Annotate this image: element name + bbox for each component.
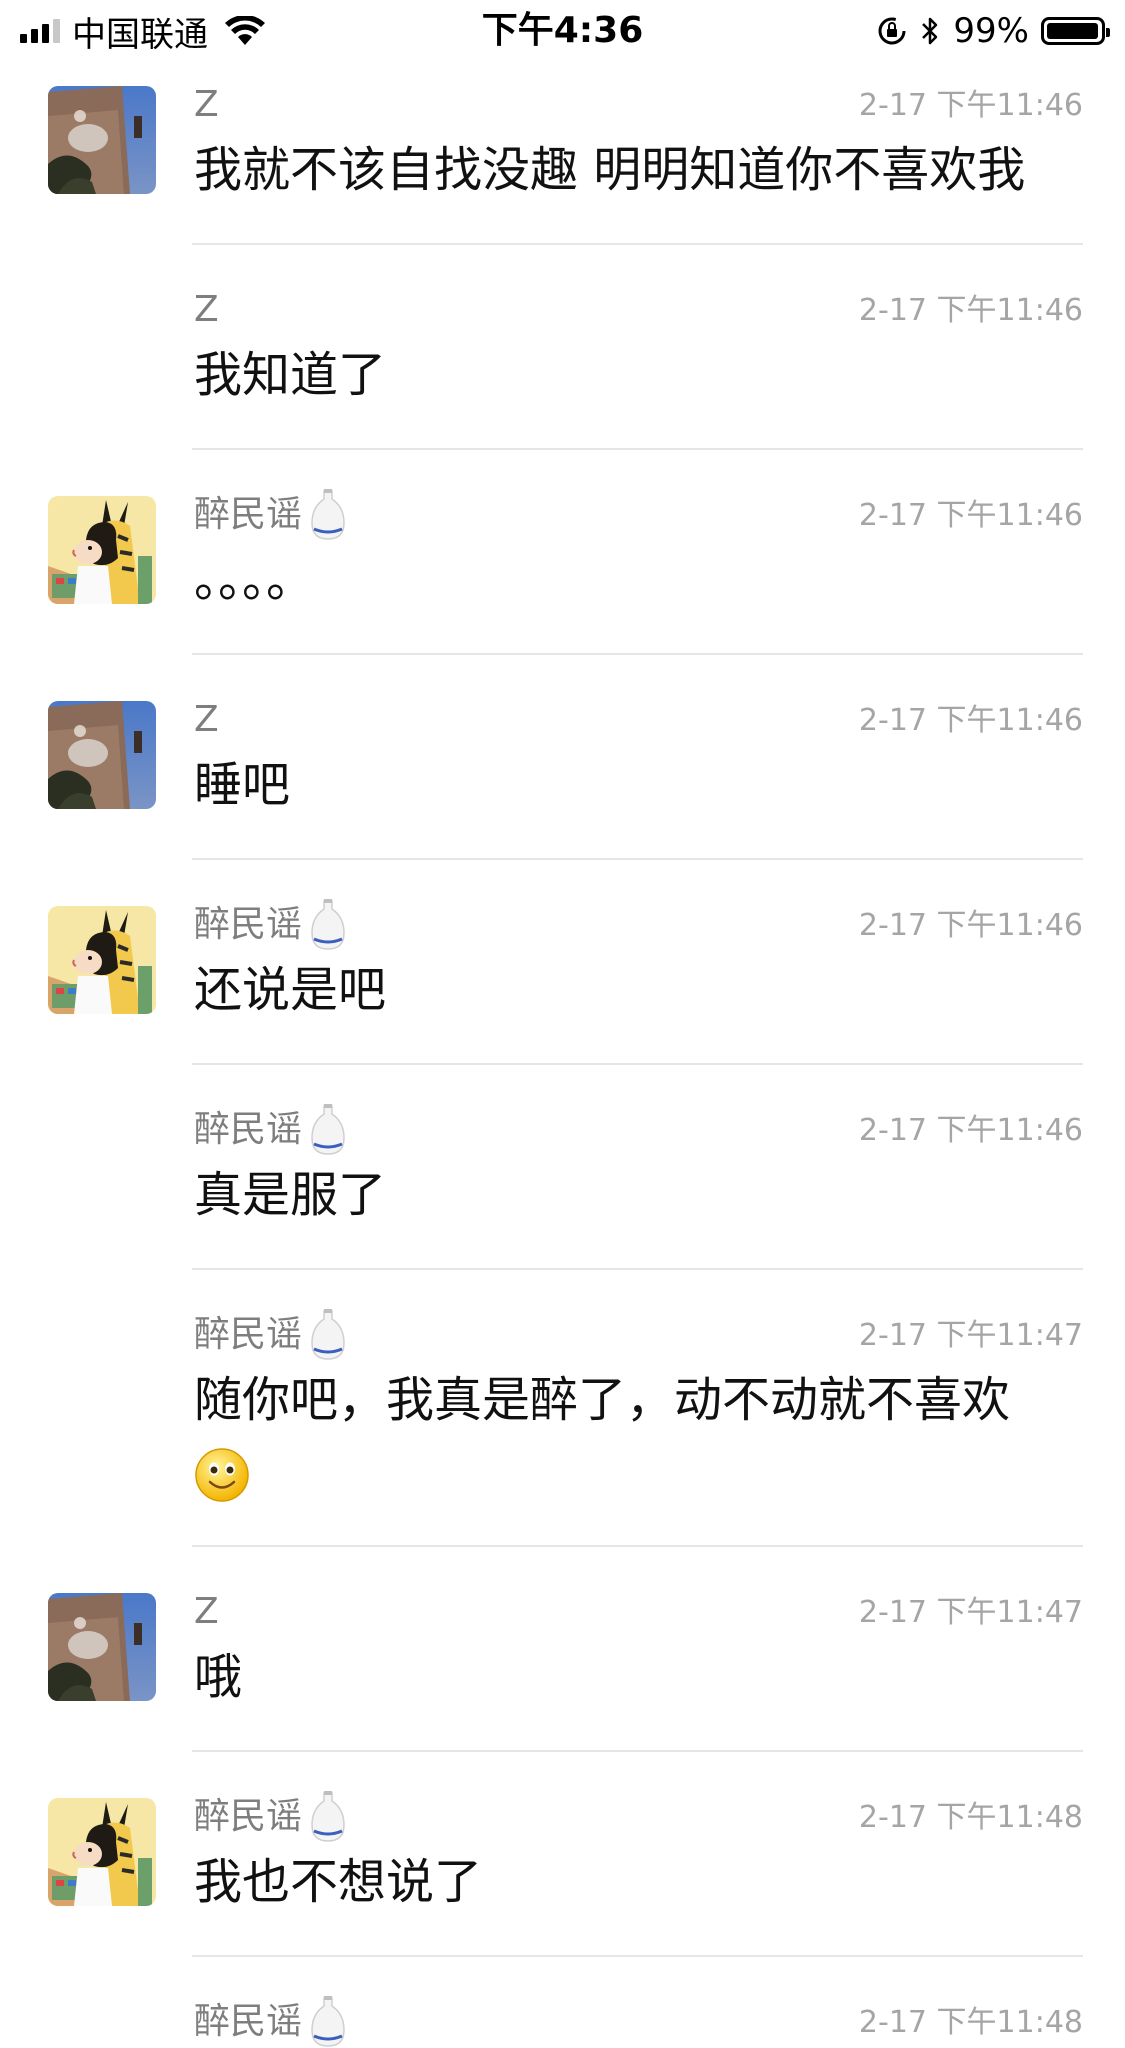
sender-name: 醉民谣 — [194, 489, 350, 540]
divider — [192, 1063, 1083, 1065]
avatar[interactable] — [48, 496, 156, 604]
message-text: 。。。。 — [194, 552, 315, 608]
bluetooth-icon — [922, 17, 938, 45]
rotation-lock-icon — [878, 17, 906, 45]
message-text-content: 随你吧，我真是醉了，动不动就不喜欢 — [194, 1372, 1011, 1428]
divider — [192, 1955, 1083, 1957]
cartoon-avatar-image — [48, 496, 156, 604]
z-avatar-image — [48, 1593, 156, 1701]
sender-name: 醉民谣 — [194, 1996, 350, 2047]
cartoon-avatar-image — [48, 1798, 156, 1906]
message-time: 2-17 下午11:46 — [858, 908, 1083, 943]
message-time: 2-17 下午11:46 — [858, 498, 1083, 533]
sake-bottle-icon — [311, 1309, 345, 1360]
message-time: 2-17 下午11:47 — [858, 1318, 1083, 1353]
message-time: 2-17 下午11:46 — [858, 703, 1083, 738]
battery-icon — [1041, 17, 1110, 45]
message-text: 哦 — [194, 1649, 243, 1705]
divider — [192, 1268, 1083, 1270]
sake-bottle-icon — [311, 1104, 345, 1155]
sender-name: 醉民谣 — [194, 1791, 350, 1842]
battery-percentage: 99% — [953, 11, 1029, 51]
message-text: 我知道了 — [194, 347, 387, 403]
avatar[interactable] — [48, 906, 156, 1014]
z-avatar-image — [48, 86, 156, 194]
z-avatar-image — [48, 701, 156, 809]
avatar[interactable] — [48, 701, 156, 809]
sender-name: Z — [194, 1591, 219, 1632]
sake-bottle-icon — [311, 489, 345, 540]
sender-name: Z — [194, 84, 219, 125]
sake-bottle-icon — [311, 899, 345, 950]
message-text: 睡吧 — [194, 757, 291, 813]
avatar[interactable] — [48, 1798, 156, 1906]
message-text: 我也不想说了 — [194, 1854, 483, 1910]
sender-name: 醉民谣 — [194, 899, 350, 950]
cartoon-avatar-image — [48, 906, 156, 1014]
message-text: 真是服了 — [194, 1167, 387, 1223]
message-time: 2-17 下午11:46 — [858, 293, 1083, 328]
divider — [192, 448, 1083, 450]
sender-name: 醉民谣 — [194, 1309, 350, 1360]
divider — [192, 858, 1083, 860]
message-time: 2-17 下午11:46 — [858, 88, 1083, 123]
status-bar: 中国联通 下午4:36 99% — [0, 0, 1125, 62]
smiley-face-icon — [195, 1448, 249, 1502]
sender-name: Z — [194, 699, 219, 740]
sender-name: 醉民谣 — [194, 1104, 350, 1155]
divider — [192, 243, 1083, 245]
message-text: 还说是吧 — [194, 962, 387, 1018]
message-text: 随你吧，我真是醉了，动不动就不喜欢 — [194, 1364, 1074, 1508]
message-time: 2-17 下午11:47 — [858, 1595, 1083, 1630]
divider — [192, 1750, 1083, 1752]
message-time: 2-17 下午11:48 — [858, 2005, 1083, 2040]
message-time: 2-17 下午11:46 — [858, 1113, 1083, 1148]
sake-bottle-icon — [311, 1996, 345, 2047]
battery-level — [1047, 23, 1099, 39]
message-text: 我就不该自找没趣 明明知道你不喜欢我 — [194, 142, 1026, 198]
divider — [192, 1545, 1083, 1547]
avatar[interactable] — [48, 86, 156, 194]
sake-bottle-icon — [311, 1791, 345, 1842]
avatar[interactable] — [48, 1593, 156, 1701]
message-time: 2-17 下午11:48 — [858, 1800, 1083, 1835]
divider — [192, 653, 1083, 655]
sender-name: Z — [194, 289, 219, 330]
